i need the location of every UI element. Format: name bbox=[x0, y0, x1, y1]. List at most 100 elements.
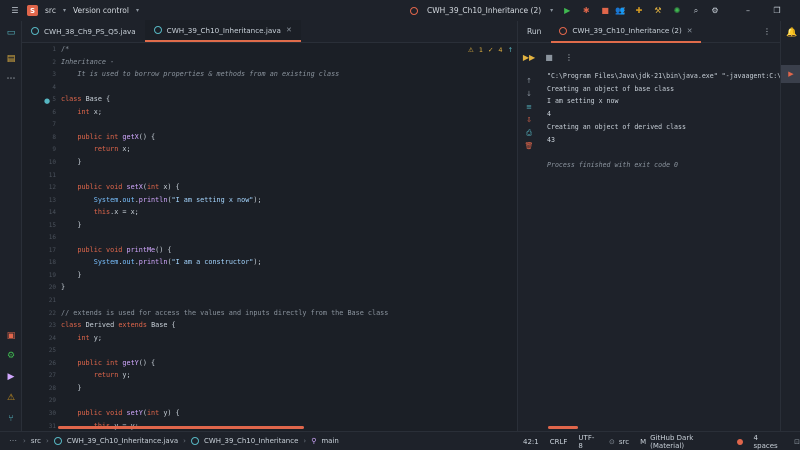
code-line[interactable]: System.out.println("I am a constructor")… bbox=[61, 258, 262, 266]
close-tab-icon[interactable]: ✕ bbox=[286, 26, 292, 34]
line-number: 25 bbox=[48, 347, 56, 355]
inspection-widget[interactable]: ⚠ 1 ✓ 4 ↑ ↓ bbox=[468, 46, 517, 54]
restore-icon[interactable]: ❐ bbox=[772, 6, 782, 16]
line-separator[interactable]: CRLF bbox=[550, 438, 568, 446]
lock-icon[interactable]: ⊙ bbox=[609, 438, 615, 446]
console-scrollbar[interactable] bbox=[548, 426, 578, 429]
stop-icon[interactable]: ■ bbox=[544, 53, 554, 63]
main-menu-icon[interactable]: ☰ bbox=[10, 6, 20, 16]
theme-name[interactable]: GitHub Dark (Material) bbox=[650, 434, 726, 450]
indent-setting[interactable]: 4 spaces bbox=[754, 434, 784, 450]
line-number: 10 bbox=[48, 158, 56, 166]
code-token: /* bbox=[61, 45, 70, 53]
code-editor[interactable]: 1 2 3 4 5 6 7 8 9 10 11 12 13 14 15 16 17 18 19 20 21 22 23 24 2… bbox=[22, 43, 517, 431]
console-output[interactable]: "C:\Program Files\Java\jdk-21\bin\java.e… bbox=[547, 70, 780, 420]
code-with-me-icon[interactable]: 👥 bbox=[615, 6, 625, 16]
line-number: 2 bbox=[52, 58, 56, 66]
code-line[interactable]: } bbox=[61, 283, 65, 291]
services-icon[interactable]: ⚙ bbox=[5, 350, 17, 362]
code-line[interactable]: System.out.println("I am setting x now")… bbox=[61, 196, 262, 204]
settings-icon[interactable]: ⚙ bbox=[710, 6, 720, 16]
vcs-menu[interactable]: Version control bbox=[73, 6, 129, 15]
code-line[interactable]: return y; bbox=[61, 371, 131, 379]
code-line[interactable]: public int getX() { bbox=[61, 133, 155, 141]
stop-icon[interactable]: ■ bbox=[600, 6, 610, 16]
code-line[interactable]: public void setX(int x) { bbox=[61, 183, 180, 192]
code-token: public void bbox=[77, 183, 127, 192]
structure-icon[interactable]: ▤ bbox=[5, 53, 17, 65]
caret-position[interactable]: 42:1 bbox=[523, 438, 539, 446]
breadcrumb-class[interactable]: CWH_39_Ch10_Inheritance bbox=[204, 437, 298, 445]
code-line[interactable]: int y; bbox=[61, 334, 102, 342]
tab-cwh39[interactable]: CWH_39_Ch10_Inheritance.java ✕ bbox=[144, 20, 301, 42]
problems-icon[interactable]: ⚠ bbox=[5, 392, 17, 404]
rerun-icon[interactable]: ▶▶ bbox=[523, 53, 535, 63]
more-tools-icon[interactable]: ⋯ bbox=[5, 73, 17, 85]
implemented-marker-icon[interactable]: ● bbox=[44, 97, 50, 105]
project-badge[interactable]: S bbox=[27, 5, 38, 16]
code-line[interactable]: } bbox=[61, 158, 81, 166]
chevron-down-icon[interactable]: ▾ bbox=[550, 7, 553, 14]
code-line[interactable]: this.x = x; bbox=[61, 208, 139, 216]
plugin-icon[interactable]: ✚ bbox=[634, 6, 644, 16]
run-config-selector[interactable]: CWH_39_Ch10_Inheritance (2) bbox=[427, 6, 541, 15]
code-line[interactable]: class Derived extends Base { bbox=[61, 321, 176, 329]
code-line[interactable]: } bbox=[61, 384, 81, 392]
clear-icon[interactable]: 🗑 bbox=[524, 141, 534, 151]
project-name[interactable]: src bbox=[45, 6, 56, 15]
code-line[interactable]: public int getY() { bbox=[61, 359, 155, 367]
code-line[interactable]: public void printMe() { bbox=[61, 246, 171, 254]
arrow-up-icon[interactable]: ↑ bbox=[508, 46, 513, 54]
tools-icon[interactable]: ⚒ bbox=[653, 6, 663, 16]
code-line[interactable]: Inheritance - bbox=[61, 58, 114, 66]
debug-icon[interactable]: ✱ bbox=[581, 6, 591, 16]
code-line[interactable]: public void setY(int y) { bbox=[61, 409, 179, 417]
breadcrumb-method[interactable]: main bbox=[321, 437, 339, 445]
breadcrumb-src[interactable]: src bbox=[31, 437, 41, 445]
menu-icon[interactable]: ⋯ bbox=[8, 436, 18, 446]
print-icon[interactable]: ⎙ bbox=[524, 128, 534, 138]
code-line[interactable]: // extends is used for access the values… bbox=[61, 309, 388, 317]
code-line[interactable]: } bbox=[61, 221, 81, 229]
code-token: x) { bbox=[163, 183, 180, 192]
code-line[interactable]: /* bbox=[61, 45, 69, 53]
code-line[interactable]: int x; bbox=[61, 108, 102, 116]
project-icon[interactable]: ▭ bbox=[5, 27, 17, 39]
notifications-icon[interactable]: 🔔 bbox=[786, 28, 797, 38]
chevron-down-icon[interactable]: ▾ bbox=[63, 7, 66, 14]
terminal-icon[interactable]: ▶ bbox=[5, 371, 17, 383]
code-line[interactable]: return x; bbox=[61, 145, 131, 153]
code-line[interactable]: class Base { bbox=[61, 95, 110, 103]
search-icon[interactable]: ⌕ bbox=[691, 6, 701, 16]
code-line[interactable]: } bbox=[61, 271, 81, 279]
minimize-icon[interactable]: – bbox=[743, 6, 753, 16]
run-icon[interactable]: ▶ bbox=[562, 6, 572, 16]
tab-cwh38[interactable]: CWH_38_Ch9_PS_Q5.java bbox=[22, 20, 145, 42]
run-tab[interactable]: CWH_39_Ch10_Inheritance (2) ✕ bbox=[551, 21, 701, 43]
close-tab-icon[interactable]: ✕ bbox=[687, 27, 693, 35]
line-number: 15 bbox=[48, 221, 56, 229]
run-tool-icon[interactable]: ▶ bbox=[781, 65, 800, 83]
code-line[interactable]: It is used to borrow properties & method… bbox=[61, 70, 339, 78]
git-icon[interactable]: ⑂ bbox=[5, 413, 17, 425]
horizontal-scrollbar[interactable] bbox=[58, 426, 304, 429]
status-dot-icon[interactable] bbox=[736, 438, 743, 445]
file-encoding[interactable]: UTF-8 bbox=[578, 434, 598, 450]
ai-assistant-icon[interactable]: ✺ bbox=[672, 6, 682, 16]
module-name[interactable]: src bbox=[619, 438, 629, 446]
more-icon[interactable]: ⋮ bbox=[762, 27, 772, 37]
database-icon[interactable]: ▣ bbox=[5, 330, 17, 342]
lock-icon[interactable]: ⊡ bbox=[794, 438, 800, 446]
code-token: class bbox=[61, 95, 86, 104]
line-number: 13 bbox=[48, 196, 56, 204]
arrow-down-icon[interactable]: ↓ bbox=[524, 89, 534, 99]
scroll-to-end-icon[interactable]: ⇩ bbox=[524, 115, 534, 125]
arrow-up-icon[interactable]: ↑ bbox=[524, 76, 534, 86]
breadcrumb-file[interactable]: CWH_39_Ch10_Inheritance.java bbox=[67, 437, 178, 445]
more-icon[interactable]: ⋮ bbox=[564, 53, 574, 63]
chevron-down-icon[interactable]: ▾ bbox=[136, 7, 139, 14]
warning-icon: ⚠ bbox=[468, 46, 474, 54]
code-token: .x = x; bbox=[110, 208, 139, 217]
soft-wrap-icon[interactable]: ≡ bbox=[524, 102, 534, 112]
